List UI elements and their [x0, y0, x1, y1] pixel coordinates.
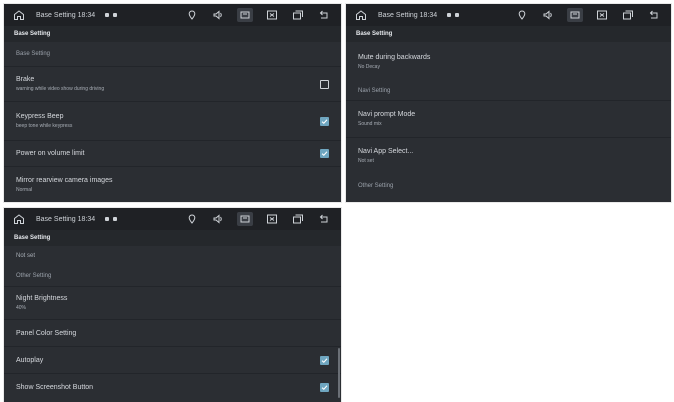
setting-title: Night Brightness	[16, 295, 68, 302]
page-header: Base Setting	[4, 230, 341, 246]
status-title: Base Setting 18:34	[36, 11, 96, 19]
setting-title: Show Screenshot Button	[16, 383, 94, 391]
setting-row-screenshot-button[interactable]: Show Screenshot Button	[4, 373, 341, 400]
location-pin-icon	[185, 8, 199, 22]
setting-title: Navi App Select...	[358, 148, 414, 155]
setting-title: Power on volume limit	[16, 150, 85, 157]
power-volume-checkbox[interactable]	[320, 149, 329, 158]
location-pin-icon	[185, 212, 199, 226]
volume-icon[interactable]	[541, 8, 555, 22]
apps-icon[interactable]	[237, 8, 253, 22]
setting-subtitle: 40%	[16, 305, 27, 311]
page-header: Base Setting	[4, 26, 341, 42]
volume-icon[interactable]	[211, 8, 225, 22]
screenshot-checkbox[interactable]	[320, 382, 329, 392]
section-label: Base Setting	[16, 51, 51, 57]
back-icon[interactable]	[647, 8, 661, 22]
notification-dots	[105, 13, 118, 17]
setting-subtitle: No Decay	[358, 64, 380, 70]
setting-subtitle: Sound mix	[358, 121, 382, 127]
setting-row-navi-prompt[interactable]: Navi prompt Mode Sound mix	[346, 100, 671, 137]
status-title: Base Setting 18:34	[36, 215, 96, 223]
setting-title: Navi prompt Mode	[358, 111, 416, 118]
setting-title: Mirror rearview camera images	[16, 176, 113, 184]
setting-title: Autoplay	[16, 356, 44, 364]
check-icon	[321, 151, 328, 156]
setting-title: Panel Color Setting	[16, 329, 77, 337]
scrollbar[interactable]	[338, 348, 340, 398]
recent-windows-icon[interactable]	[621, 8, 635, 22]
home-icon[interactable]	[12, 8, 26, 22]
check-icon	[321, 118, 328, 124]
home-icon[interactable]	[12, 212, 26, 226]
home-icon[interactable]	[354, 8, 368, 22]
setting-row-autoplay[interactable]: Autoplay	[4, 346, 341, 373]
check-icon	[321, 357, 328, 363]
notification-dots	[105, 217, 118, 221]
status-bar: Base Setting 18:34	[4, 208, 341, 230]
volume-icon[interactable]	[211, 212, 225, 226]
setting-title: Keypress Beep	[16, 113, 64, 120]
setting-row-power-volume-limit[interactable]: Power on volume limit	[4, 140, 341, 166]
setting-row-keypress-beep[interactable]: Keypress Beep beep tone while keypress	[4, 101, 341, 140]
close-box-icon[interactable]	[265, 8, 279, 22]
setting-subtitle: Not set	[358, 158, 374, 164]
page-header: Base Setting	[346, 26, 671, 42]
setting-subtitle: beep tone while keypress	[16, 123, 73, 129]
back-icon[interactable]	[317, 212, 331, 226]
setting-subtitle: warning while video show during driving	[16, 86, 105, 92]
status-title: Base Setting 18:34	[378, 11, 438, 19]
status-bar: Base Setting 18:34	[346, 4, 671, 26]
section-label: Other Setting	[16, 273, 52, 279]
apps-icon[interactable]	[567, 8, 583, 22]
setting-row-mirror-camera[interactable]: Mirror rearview camera images Normal	[4, 166, 341, 202]
setting-row-navi-app[interactable]: Navi App Select... Not set	[346, 137, 671, 174]
back-icon[interactable]	[317, 8, 331, 22]
recent-windows-icon[interactable]	[291, 8, 305, 22]
setting-subtitle: Normal	[16, 186, 33, 193]
settings-panel-3: Base Setting 18:34 Base Setting Not set …	[4, 208, 341, 402]
settings-panel-1: Base Setting 18:34 Base Setting Base Set…	[4, 4, 341, 202]
settings-panel-2: Base Setting 18:34 Base Setting Mute dur…	[346, 4, 671, 202]
recent-windows-icon[interactable]	[291, 212, 305, 226]
setting-row-panel-color[interactable]: Panel Color Setting	[4, 319, 341, 346]
setting-title: Mute during backwards	[358, 54, 431, 61]
setting-row-night-brightness[interactable]: Night Brightness 40%	[4, 286, 341, 319]
setting-value: Not set	[16, 253, 36, 259]
notification-dots	[447, 13, 460, 17]
setting-row-not-set[interactable]: Not set	[4, 246, 341, 266]
section-label: Other Setting	[358, 183, 394, 189]
setting-title: Brake	[16, 76, 35, 83]
apps-icon[interactable]	[237, 212, 253, 226]
section-label: Navi Setting	[358, 88, 391, 94]
status-bar: Base Setting 18:34	[4, 4, 341, 26]
keypress-beep-checkbox[interactable]	[320, 116, 329, 126]
check-icon	[321, 384, 328, 390]
brake-checkbox[interactable]	[320, 79, 329, 89]
setting-row-mute-backwards[interactable]: Mute during backwards No Decay	[346, 42, 671, 82]
autoplay-checkbox[interactable]	[320, 355, 329, 365]
close-box-icon[interactable]	[595, 8, 609, 22]
location-pin-icon	[515, 8, 529, 22]
close-box-icon[interactable]	[265, 212, 279, 226]
setting-row-brake[interactable]: Brake warning while video show during dr…	[4, 66, 341, 101]
